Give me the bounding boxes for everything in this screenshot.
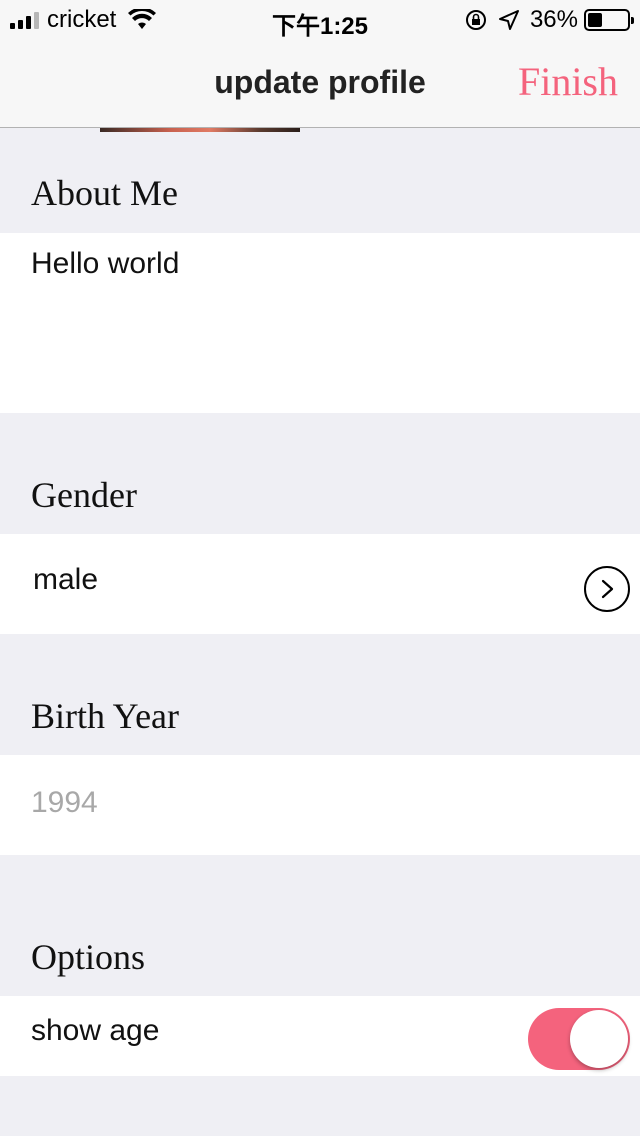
toggle-knob[interactable] — [570, 1010, 628, 1068]
show-age-row: show age — [0, 996, 640, 1076]
rotation-lock-icon — [465, 10, 486, 30]
about-me-header: About Me — [31, 173, 178, 213]
options-header: Options — [31, 937, 146, 977]
gender-header: Gender — [31, 475, 137, 515]
battery-icon — [584, 9, 634, 31]
show-age-toggle[interactable] — [528, 1008, 630, 1070]
location-arrow-icon — [498, 10, 519, 30]
birth-year-placeholder: 1994 — [31, 786, 98, 819]
about-me-text: Hello world — [31, 247, 180, 280]
profile-photo — [100, 128, 300, 132]
about-me-textarea[interactable]: Hello world — [0, 233, 640, 413]
battery-percent: 36% — [529, 6, 578, 33]
birth-year-field[interactable]: 1994 — [0, 755, 640, 855]
birth-year-header: Birth Year — [31, 696, 180, 736]
navigation-bar: update profile Finish — [0, 40, 640, 128]
gender-row[interactable]: male — [0, 534, 640, 634]
gender-value: male — [33, 563, 99, 596]
gender-select-button[interactable] — [584, 566, 630, 612]
show-age-label: show age — [31, 1014, 160, 1047]
status-right: 36% — [464, 6, 634, 34]
chevron-right-icon — [601, 579, 614, 599]
finish-button[interactable]: Finish — [518, 58, 618, 105]
status-bar: cricket 下午1:25 36% — [0, 0, 640, 40]
